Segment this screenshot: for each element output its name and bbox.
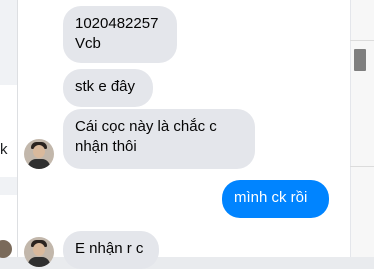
message-bubble-incoming: Cái cọc này là chắc c nhận thôi <box>63 109 255 169</box>
contact-avatar-icon[interactable] <box>24 139 54 169</box>
message-bubble-incoming: stk e đây <box>63 69 153 107</box>
right-divider <box>350 166 374 167</box>
message-bubble-incoming: 1020482257 Vcb <box>63 6 177 63</box>
message-bubble-outgoing: mình ck rồi <box>222 180 329 218</box>
message-bubble-incoming: E nhận r c <box>63 231 159 269</box>
scrollbar-thumb[interactable] <box>354 49 366 71</box>
contact-avatar-icon[interactable] <box>24 237 54 267</box>
right-divider <box>350 40 374 41</box>
cut-off-text: k <box>0 141 8 158</box>
scrollbar-track[interactable] <box>350 0 374 257</box>
